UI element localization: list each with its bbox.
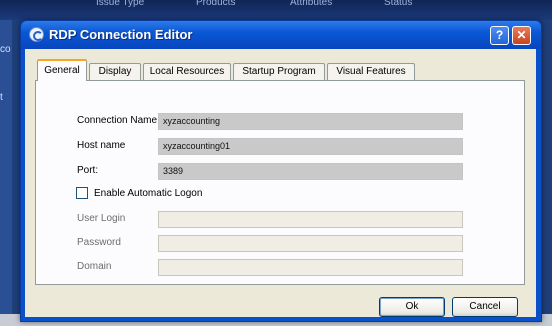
- tab-visual-features[interactable]: Visual Features: [327, 63, 415, 80]
- background-left-text: t: [0, 92, 3, 103]
- background-menu-item: Issue Type: [96, 0, 145, 8]
- user-login-field[interactable]: [158, 211, 463, 228]
- background-left-text: co: [0, 44, 11, 55]
- password-label: Password: [77, 237, 121, 248]
- domain-label: Domain: [77, 261, 112, 272]
- enable-automatic-logon-checkbox[interactable]: [76, 187, 88, 199]
- tab-local-resources[interactable]: Local Resources: [143, 63, 231, 80]
- host-name-label: Host name: [77, 140, 126, 151]
- tab-general[interactable]: General: [37, 59, 87, 81]
- connection-name-field[interactable]: xyzaccounting: [158, 113, 463, 130]
- background-menu-item: Status: [384, 0, 413, 8]
- background-left-panel: [0, 20, 12, 326]
- rdp-app-icon: [29, 27, 44, 42]
- tab-strip: General Display Local Resources Startup …: [35, 59, 525, 81]
- title-bar[interactable]: RDP Connection Editor ? ✕: [21, 21, 541, 49]
- ok-button[interactable]: Ok: [379, 297, 445, 317]
- background-menu-item: Attributes: [290, 0, 333, 8]
- port-field[interactable]: 3389: [158, 163, 463, 180]
- user-login-label: User Login: [77, 213, 126, 224]
- tab-startup-program[interactable]: Startup Program: [233, 63, 325, 80]
- connection-name-label: Connection Name: [77, 115, 158, 126]
- cancel-button[interactable]: Cancel: [452, 297, 518, 317]
- dialog-client-area: General Display Local Resources Startup …: [25, 49, 536, 317]
- close-button[interactable]: ✕: [512, 26, 531, 45]
- rdp-connection-editor-dialog: RDP Connection Editor ? ✕ General Displa…: [20, 20, 542, 322]
- general-tab-panel: Connection Name xyzaccounting Host name …: [35, 80, 525, 285]
- password-field[interactable]: [158, 235, 463, 252]
- window-title: RDP Connection Editor: [49, 27, 193, 42]
- help-button[interactable]: ?: [490, 26, 509, 45]
- port-label: Port:: [77, 165, 99, 176]
- tab-display[interactable]: Display: [89, 63, 141, 80]
- domain-field[interactable]: [158, 259, 463, 276]
- enable-automatic-logon-label: Enable Automatic Logon: [94, 188, 203, 199]
- background-menu-item: Products: [196, 0, 236, 8]
- background-menu: Issue Type Products Attributes Status: [0, 0, 552, 12]
- host-name-field[interactable]: xyzaccounting01: [158, 138, 463, 155]
